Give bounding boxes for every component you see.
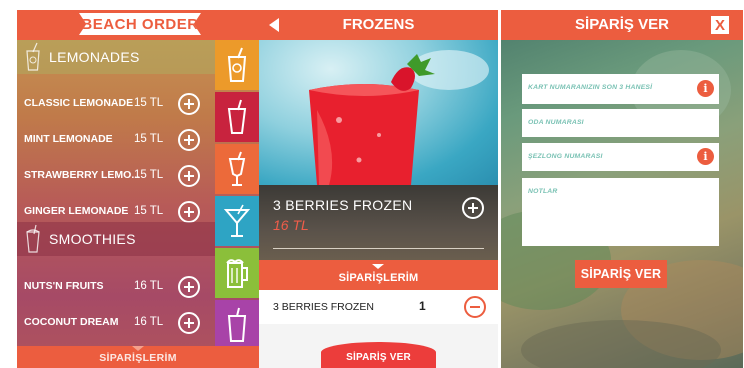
product-info: 3 BERRIES FROZEN 16 TL: [259, 185, 498, 260]
beach-order-header: BEACH ORDER: [17, 10, 259, 40]
notes-field[interactable]: NOTLAR: [522, 178, 719, 246]
tab-beers[interactable]: [215, 248, 259, 298]
category-smoothies[interactable]: SMOOTHIES: [17, 222, 215, 256]
room-number-field[interactable]: ODA NUMARASI: [522, 109, 719, 137]
tab-cocktails[interactable]: [215, 196, 259, 246]
card-last-digits-field[interactable]: KART NUMARANIZIN SON 3 HANESİ i: [522, 74, 719, 104]
add-to-order-button[interactable]: [462, 197, 484, 219]
product-name: 3 BERRIES FROZEN: [273, 197, 413, 213]
item-name: GINGER LEMONADE: [24, 205, 129, 217]
frozen-glass-icon: [228, 151, 246, 186]
info-icon[interactable]: i: [697, 80, 714, 97]
lemonade-glass-icon: [227, 47, 247, 82]
item-name: NUTS'N FRUITS: [24, 280, 104, 292]
order-item-quantity: 1: [419, 299, 426, 313]
close-button[interactable]: X: [711, 16, 729, 34]
add-item-button[interactable]: [178, 276, 200, 298]
my-orders-label: SİPARİŞLERİM: [338, 272, 419, 284]
item-price: 15 TL: [134, 133, 164, 145]
checkout-header: SİPARİŞ VER X: [501, 10, 743, 40]
item-price: 15 TL: [134, 205, 164, 217]
soda-cup-icon: [227, 307, 247, 342]
tab-lemonades[interactable]: [215, 40, 259, 90]
item-price: 16 TL: [134, 316, 164, 328]
cocktail-glass-icon: [223, 204, 251, 237]
field-placeholder: ŞEZLONG NUMARASI: [528, 153, 603, 160]
add-item-button[interactable]: [178, 312, 200, 334]
item-price: 15 TL: [134, 97, 164, 109]
chevron-up-icon: [132, 346, 144, 351]
category-lemonades[interactable]: LEMONADES: [17, 40, 215, 74]
add-item-button[interactable]: [178, 201, 200, 223]
info-icon[interactable]: i: [697, 148, 714, 165]
list-item[interactable]: NUTS'N FRUITS 16 TL: [17, 269, 215, 305]
frozens-header: FROZENS: [259, 10, 498, 40]
frozens-screen: FROZENS 3 BERRIES FROZEN 16 TL SİPARİŞLE…: [259, 10, 498, 368]
tab-smoothies[interactable]: [215, 92, 259, 142]
item-name: CLASSIC LEMONADE: [24, 97, 134, 109]
item-price: 16 TL: [134, 280, 164, 292]
place-order-button[interactable]: SİPARİŞ VER: [575, 260, 667, 288]
checkout-screen: SİPARİŞ VER X KART NUMARANIZIN SON 3 HAN…: [501, 10, 743, 368]
lemonade-glass-icon: [26, 42, 40, 71]
order-item-name: 3 BERRIES FROZEN: [273, 301, 374, 313]
list-item[interactable]: COCONUT DREAM 16 TL: [17, 305, 215, 341]
item-name: COCONUT DREAM: [24, 316, 119, 328]
smoothie-glass-icon: [227, 99, 247, 134]
item-price: 15 TL: [134, 169, 164, 181]
menu-list[interactable]: LEMONADES CLASSIC LEMONADE 15 TL MINT LE…: [17, 40, 215, 352]
order-footer: SİPARİŞ VER: [259, 324, 498, 368]
my-orders-bar[interactable]: SİPARİŞLERİM: [259, 260, 498, 290]
list-item[interactable]: STRAWBERRY LEMO... 15 TL: [17, 158, 215, 194]
my-orders-label: SİPARİŞLERİM: [99, 352, 177, 364]
add-item-button[interactable]: [178, 93, 200, 115]
chevron-down-icon: [372, 264, 384, 269]
beer-mug-icon: [226, 259, 248, 288]
field-placeholder: NOTLAR: [528, 188, 558, 195]
frozen-drink-photo: [309, 50, 489, 185]
field-placeholder: KART NUMARANIZIN SON 3 HANESİ: [528, 84, 653, 91]
divider: [273, 248, 484, 249]
order-item-row: 3 BERRIES FROZEN 1: [259, 290, 498, 324]
beach-order-screen: BEACH ORDER LEMONADES CLASSIC LEMONADE 1…: [17, 10, 259, 368]
list-item[interactable]: MINT LEMONADE 15 TL: [17, 122, 215, 158]
category-label: LEMONADES: [49, 49, 140, 65]
tab-frozens[interactable]: [215, 144, 259, 194]
add-item-button[interactable]: [178, 129, 200, 151]
page-title: SİPARİŞ VER: [575, 16, 669, 33]
field-placeholder: ODA NUMARASI: [528, 119, 584, 126]
item-name: STRAWBERRY LEMO...: [24, 169, 141, 181]
place-order-button[interactable]: SİPARİŞ VER: [321, 342, 436, 368]
item-name: MINT LEMONADE: [24, 133, 113, 145]
sunbed-number-field[interactable]: ŞEZLONG NUMARASI i: [522, 143, 719, 171]
product-price: 16 TL: [273, 217, 309, 233]
my-orders-bar[interactable]: SİPARİŞLERİM: [17, 346, 259, 368]
add-item-button[interactable]: [178, 165, 200, 187]
smoothie-glass-icon: [26, 224, 40, 253]
list-item[interactable]: CLASSIC LEMONADE 15 TL: [17, 86, 215, 122]
remove-item-button[interactable]: [464, 296, 486, 318]
product-image: [259, 40, 498, 185]
category-tabs: [215, 40, 259, 352]
page-title: FROZENS: [342, 16, 415, 33]
tab-sodas[interactable]: [215, 300, 259, 350]
category-label: SMOOTHIES: [49, 231, 136, 247]
app-title: BEACH ORDER: [79, 13, 201, 35]
